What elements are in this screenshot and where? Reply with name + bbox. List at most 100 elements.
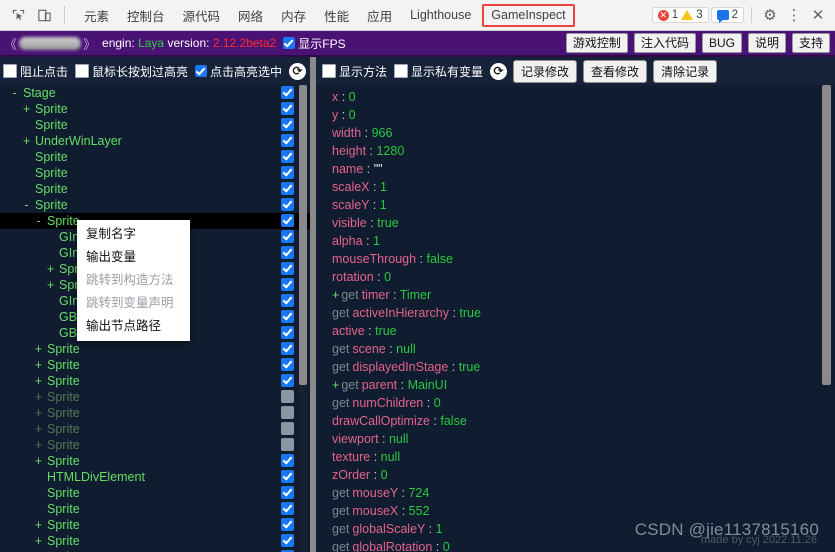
tab-gameinspect[interactable]: GameInspect — [482, 3, 575, 27]
hover-highlight-checkbox[interactable]: 鼠标长按划过高亮 — [75, 63, 188, 80]
tree-node[interactable]: + Sprite — [0, 373, 310, 389]
show-methods-checkbox[interactable]: 显示方法 — [322, 63, 387, 80]
context-menu-item[interactable]: 跳转到变量声明 — [77, 292, 190, 315]
tree-node[interactable]: + Sprite — [0, 453, 310, 469]
record-changes-button[interactable]: 记录修改 — [513, 59, 578, 83]
property-row[interactable]: alpha : 1 — [332, 232, 835, 250]
close-icon[interactable]: ✕ — [807, 4, 829, 26]
tree-scrollbar-thumb[interactable] — [299, 85, 307, 385]
property-row[interactable]: viewport : null — [332, 430, 835, 448]
gear-icon[interactable]: ⚙ — [759, 4, 781, 26]
tree-node-visibility-checkbox[interactable] — [281, 422, 294, 435]
property-row[interactable]: visible : true — [332, 214, 835, 232]
tab-sources[interactable]: 源代码 — [174, 0, 230, 30]
issues-counter[interactable]: ✕ 1 3 — [651, 7, 709, 23]
tab-network[interactable]: 网络 — [229, 0, 272, 30]
tree-node[interactable]: + Sprite — [0, 405, 310, 421]
property-value[interactable]: 1 — [436, 522, 443, 536]
context-menu-item[interactable]: 输出变量 — [77, 246, 190, 269]
property-scrollbar[interactable] — [822, 85, 831, 552]
tree-node-visibility-checkbox[interactable] — [281, 326, 294, 339]
tree-node-visibility-checkbox[interactable] — [281, 118, 294, 131]
tree-node-visibility-checkbox[interactable] — [281, 374, 294, 387]
show-private-vars-checkbox[interactable]: 显示私有变量 — [394, 63, 483, 80]
expand-icon[interactable]: + — [46, 277, 55, 293]
property-row[interactable]: get mouseY : 724 — [332, 484, 835, 502]
property-value[interactable]: Timer — [400, 288, 431, 302]
property-row[interactable]: get globalScaleY : 1 — [332, 520, 835, 538]
tree-node-visibility-checkbox[interactable] — [281, 486, 294, 499]
property-value[interactable]: true — [377, 216, 399, 230]
refresh-properties-icon[interactable]: ⟳ — [490, 62, 508, 80]
tree-node[interactable]: - Stage — [0, 85, 310, 101]
tree-node-visibility-checkbox[interactable] — [281, 470, 294, 483]
property-value[interactable]: 0 — [443, 540, 450, 552]
tree-node-visibility-checkbox[interactable] — [281, 102, 294, 115]
expand-icon[interactable]: + — [34, 437, 43, 453]
game-control-button[interactable]: 游戏控制 — [565, 33, 628, 53]
tab-performance[interactable]: 性能 — [315, 0, 358, 30]
tree-node-visibility-checkbox[interactable] — [281, 502, 294, 515]
collapse-icon[interactable]: - — [22, 197, 31, 213]
tab-elements[interactable]: 元素 — [75, 0, 118, 30]
tree-node-visibility-checkbox[interactable] — [281, 534, 294, 547]
property-value[interactable]: false — [440, 414, 466, 428]
property-value[interactable]: 1 — [380, 198, 387, 212]
tree-node[interactable]: HTMLDivElement — [0, 469, 310, 485]
property-value[interactable]: null — [389, 432, 408, 446]
property-row[interactable]: get scene : null — [332, 340, 835, 358]
tab-lighthouse[interactable]: Lighthouse — [401, 0, 480, 30]
expand-icon[interactable]: + — [34, 389, 43, 405]
property-value[interactable]: true — [375, 324, 397, 338]
tree-node[interactable]: Sprite — [0, 181, 310, 197]
property-value[interactable]: 966 — [372, 126, 393, 140]
property-value[interactable]: "" — [374, 162, 383, 176]
tree-node[interactable]: Sprite — [0, 501, 310, 517]
property-value[interactable]: 552 — [409, 504, 430, 518]
tree-node-visibility-checkbox[interactable] — [281, 214, 294, 227]
property-value[interactable]: 1280 — [376, 144, 404, 158]
collapse-icon[interactable]: - — [34, 213, 43, 229]
tree-node-visibility-checkbox[interactable] — [281, 406, 294, 419]
tree-node[interactable]: + Sprite — [0, 101, 310, 117]
property-value[interactable]: 0 — [434, 396, 441, 410]
property-value[interactable]: null — [396, 342, 415, 356]
tree-node-visibility-checkbox[interactable] — [281, 182, 294, 195]
tree-node[interactable]: Sprite — [0, 117, 310, 133]
collapse-icon[interactable]: - — [10, 85, 19, 101]
tree-node[interactable]: + Sprite — [0, 533, 310, 549]
tree-node-visibility-checkbox[interactable] — [281, 134, 294, 147]
property-value[interactable]: 0 — [384, 270, 391, 284]
property-row[interactable]: scaleX : 1 — [332, 178, 835, 196]
tree-node[interactable]: Sprite — [0, 485, 310, 501]
bug-button[interactable]: BUG — [701, 33, 742, 53]
tab-memory[interactable]: 内存 — [272, 0, 315, 30]
tree-node-visibility-checkbox[interactable] — [281, 230, 294, 243]
tab-console[interactable]: 控制台 — [118, 0, 174, 30]
refresh-tree-icon[interactable]: ⟳ — [289, 62, 307, 80]
tree-node-visibility-checkbox[interactable] — [281, 342, 294, 355]
property-value[interactable]: 724 — [408, 486, 429, 500]
tree-node-visibility-checkbox[interactable] — [281, 390, 294, 403]
tree-node-visibility-checkbox[interactable] — [281, 454, 294, 467]
property-value[interactable]: 0 — [381, 468, 388, 482]
property-scrollbar-thumb[interactable] — [822, 85, 831, 385]
expand-icon[interactable]: + — [34, 405, 43, 421]
property-value[interactable]: true — [459, 360, 481, 374]
property-row[interactable]: texture : null — [332, 448, 835, 466]
tree-node[interactable]: + Sprite — [0, 437, 310, 453]
context-menu-item[interactable]: 跳转到构造方法 — [77, 269, 190, 292]
tree-node[interactable]: + Sprite — [0, 341, 310, 357]
expand-icon[interactable]: + — [46, 261, 55, 277]
tree-node-visibility-checkbox[interactable] — [281, 246, 294, 259]
property-row[interactable]: zOrder : 0 — [332, 466, 835, 484]
tree-node[interactable]: - Sprite — [0, 197, 310, 213]
expand-icon[interactable]: + — [22, 101, 31, 117]
tree-node-visibility-checkbox[interactable] — [281, 518, 294, 531]
expand-icon[interactable]: + — [34, 517, 43, 533]
property-value[interactable]: 1 — [380, 180, 387, 194]
expand-icon[interactable]: + — [34, 453, 43, 469]
view-changes-button[interactable]: 查看修改 — [583, 59, 648, 83]
expand-icon[interactable]: + — [34, 341, 43, 357]
clear-records-button[interactable]: 清除记录 — [653, 59, 718, 83]
